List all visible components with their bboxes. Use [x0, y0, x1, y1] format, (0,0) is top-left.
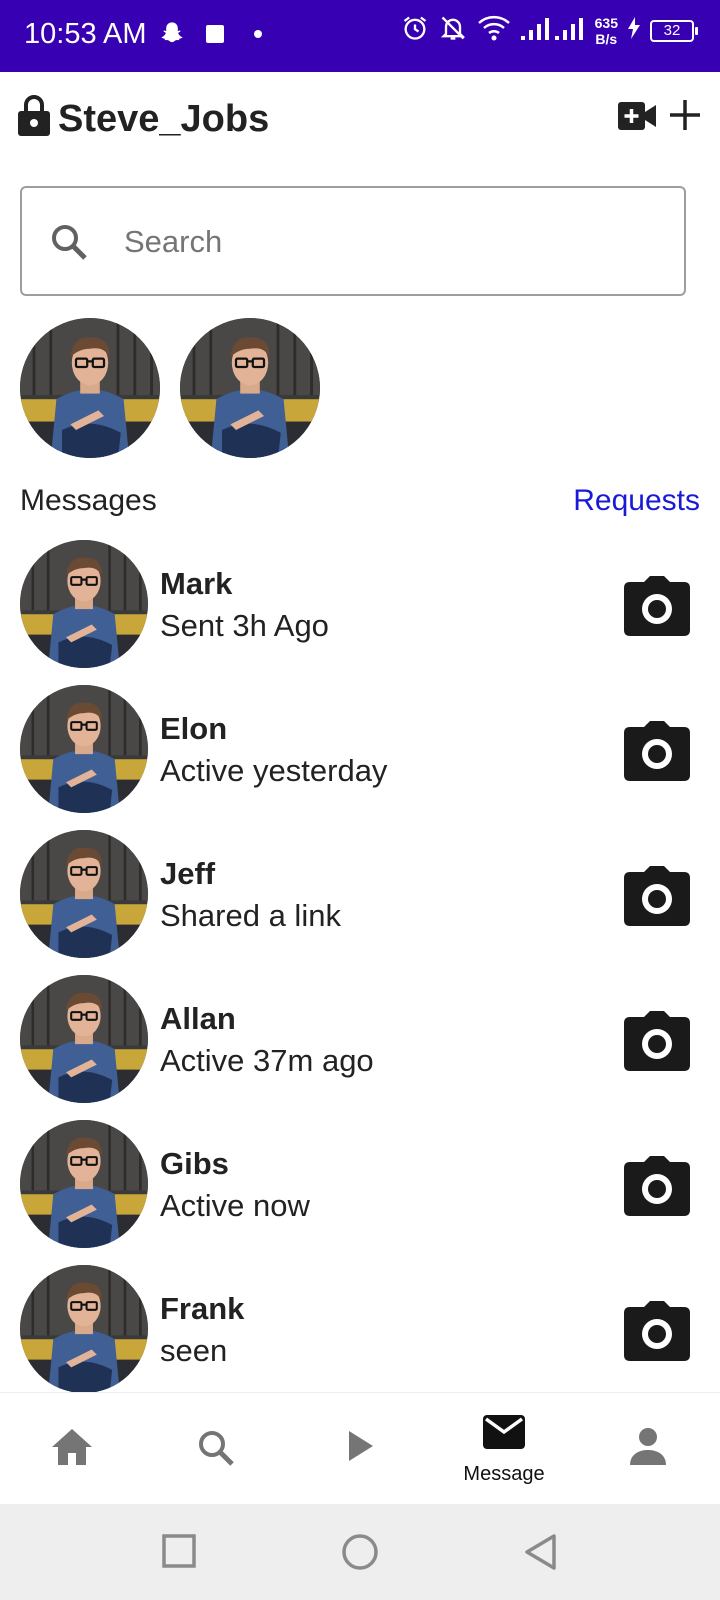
status-time: 10:53 AM [24, 18, 147, 50]
messages-title: Messages [20, 484, 157, 517]
contact-name: Gibs [160, 1146, 229, 1181]
contact-name: Frank [160, 1291, 245, 1326]
account-username[interactable]: Steve_Jobs [58, 98, 269, 141]
charging-icon [628, 17, 640, 44]
camera-icon[interactable] [624, 1156, 690, 1221]
dot-icon [244, 23, 268, 50]
contact-status: Active 37m ago [160, 1043, 374, 1078]
snapchat-icon [158, 20, 186, 53]
nav-home[interactable] [0, 1393, 144, 1505]
battery-level: 32 [650, 19, 698, 42]
status-bar: 10:53 AM 635 B/s 32 [0, 0, 720, 72]
alarm-icon [401, 14, 429, 47]
avatar[interactable] [20, 975, 148, 1103]
nav-message[interactable]: Message [432, 1393, 576, 1505]
contact-name: Allan [160, 1001, 236, 1036]
contact-status: Sent 3h Ago [160, 608, 329, 643]
system-nav-bar [0, 1504, 720, 1600]
nav-message-label: Message [463, 1463, 545, 1485]
contact-status: seen [160, 1333, 228, 1368]
conversation-row[interactable]: Frank seen [0, 1265, 720, 1394]
contact-status: Active now [160, 1188, 310, 1223]
network-speed: 635 B/s [595, 15, 618, 47]
camera-icon[interactable] [624, 866, 690, 931]
lock-icon [18, 94, 50, 141]
conversation-row[interactable]: Mark Sent 3h Ago [0, 540, 720, 688]
stories-row [20, 318, 320, 458]
conversation-row[interactable]: Gibs Active now [0, 1120, 720, 1268]
app-bar: Steve_Jobs [0, 72, 720, 168]
bottom-nav: Message [0, 1392, 720, 1505]
status-left-icons [158, 20, 268, 53]
search-input[interactable] [122, 216, 666, 268]
contact-name: Elon [160, 711, 228, 746]
network-speed-value: 635 [594, 14, 618, 31]
nav-profile[interactable] [576, 1393, 720, 1505]
video-add-icon[interactable] [618, 102, 656, 135]
status-right-icons: 635 B/s 32 [401, 14, 698, 47]
conversation-row[interactable]: Elon Active yesterday [0, 685, 720, 833]
requests-link[interactable]: Requests [573, 484, 700, 518]
conversation-row[interactable]: Allan Active 37m ago [0, 975, 720, 1123]
camera-icon[interactable] [624, 721, 690, 786]
contact-name: Jeff [160, 856, 216, 891]
signal-icon [520, 14, 585, 47]
avatar[interactable] [20, 540, 148, 668]
search-box[interactable] [20, 186, 686, 296]
contact-status: Active yesterday [160, 753, 388, 788]
wifi-icon [477, 14, 511, 47]
square-icon [204, 23, 226, 50]
conversation-row[interactable]: Jeff Shared a link [0, 830, 720, 978]
network-speed-unit: B/s [595, 30, 618, 47]
camera-icon[interactable] [624, 1301, 690, 1366]
nav-search[interactable] [144, 1393, 288, 1505]
avatar[interactable] [20, 1120, 148, 1248]
messages-header: Messages Requests [20, 484, 700, 524]
story-avatar[interactable] [20, 318, 160, 458]
bell-off-icon [439, 14, 467, 47]
contact-name: Mark [160, 566, 233, 601]
camera-icon[interactable] [624, 1011, 690, 1076]
nav-reels[interactable] [288, 1393, 432, 1505]
avatar[interactable] [20, 1265, 148, 1393]
camera-icon[interactable] [624, 576, 690, 641]
avatar[interactable] [20, 830, 148, 958]
plus-icon[interactable] [668, 98, 702, 137]
story-avatar[interactable] [180, 318, 320, 458]
conversation-list[interactable]: Mark Sent 3h Ago Elon Active yesterday J… [0, 540, 720, 1394]
avatar[interactable] [20, 685, 148, 813]
contact-status: Shared a link [160, 898, 341, 933]
